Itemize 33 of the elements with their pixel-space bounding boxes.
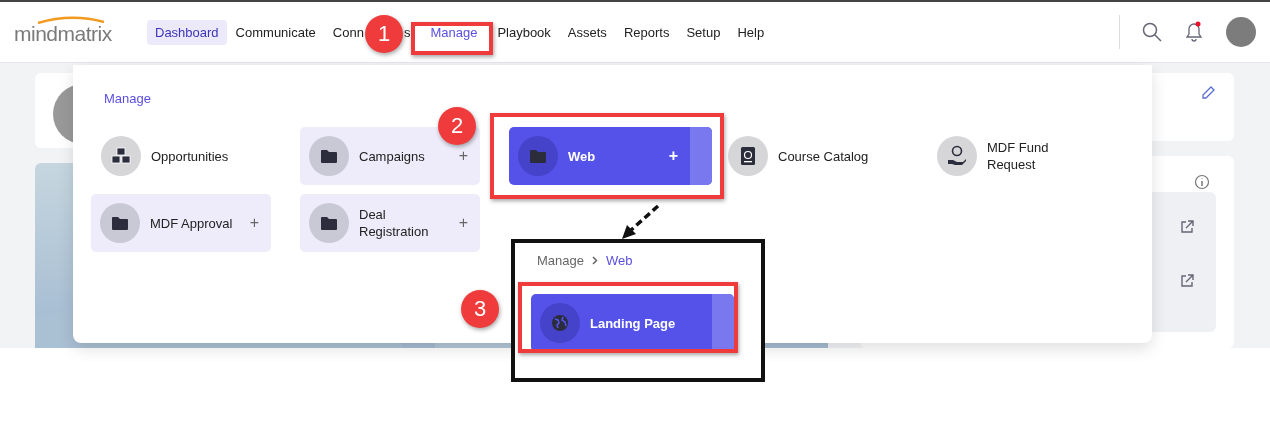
add-icon[interactable]: + [458, 214, 468, 232]
menu-item[interactable]: Course Catalog [728, 127, 898, 185]
menu-item[interactable]: Deal Registration + [300, 194, 480, 252]
nav-item[interactable]: Communicate [227, 24, 324, 40]
breadcrumb-link[interactable]: Web [606, 253, 633, 268]
add-icon[interactable]: + [458, 147, 468, 165]
menu-item-label: Deal Registration [359, 206, 430, 240]
nav-item[interactable]: Help [729, 24, 773, 40]
nav-item[interactable]: Conn [324, 24, 364, 40]
menu-item-label: MDF Fund Request [987, 139, 1050, 173]
menu-item-label: Landing Page [590, 314, 677, 332]
menu-item-label: Campaigns [359, 147, 426, 165]
menu-item-label: Web [568, 147, 597, 165]
menu-title-link[interactable]: Manage [104, 91, 151, 106]
nav-item[interactable]: Dashboard [147, 19, 227, 45]
menu-item[interactable]: Opportunities [101, 127, 271, 185]
add-icon[interactable]: + [249, 214, 259, 232]
nav-item[interactable]: s [403, 24, 419, 40]
step-number-badge: 1 [365, 15, 403, 53]
nav-item[interactable]: Playbook [489, 24, 559, 40]
nav-item[interactable]: Assets [559, 24, 615, 40]
menu-item-label: MDF Approval [150, 214, 234, 232]
menu-item-label: Course Catalog [778, 147, 870, 165]
logo[interactable]: mindmatrix [14, 22, 112, 45]
menu-item-label: Opportunities [151, 147, 230, 165]
add-icon[interactable]: + [668, 147, 678, 165]
menu-item[interactable]: MDF Approval + [91, 194, 271, 252]
nav-item[interactable]: Setup [678, 24, 729, 40]
menu-item[interactable]: MDF Fund Request [937, 127, 1107, 185]
menu-item[interactable]: Web + [509, 127, 712, 185]
nav-item[interactable]: Manage [419, 24, 489, 40]
breadcrumb-link[interactable]: Manage [537, 253, 584, 268]
nav-item[interactable]: Reports [615, 24, 678, 40]
